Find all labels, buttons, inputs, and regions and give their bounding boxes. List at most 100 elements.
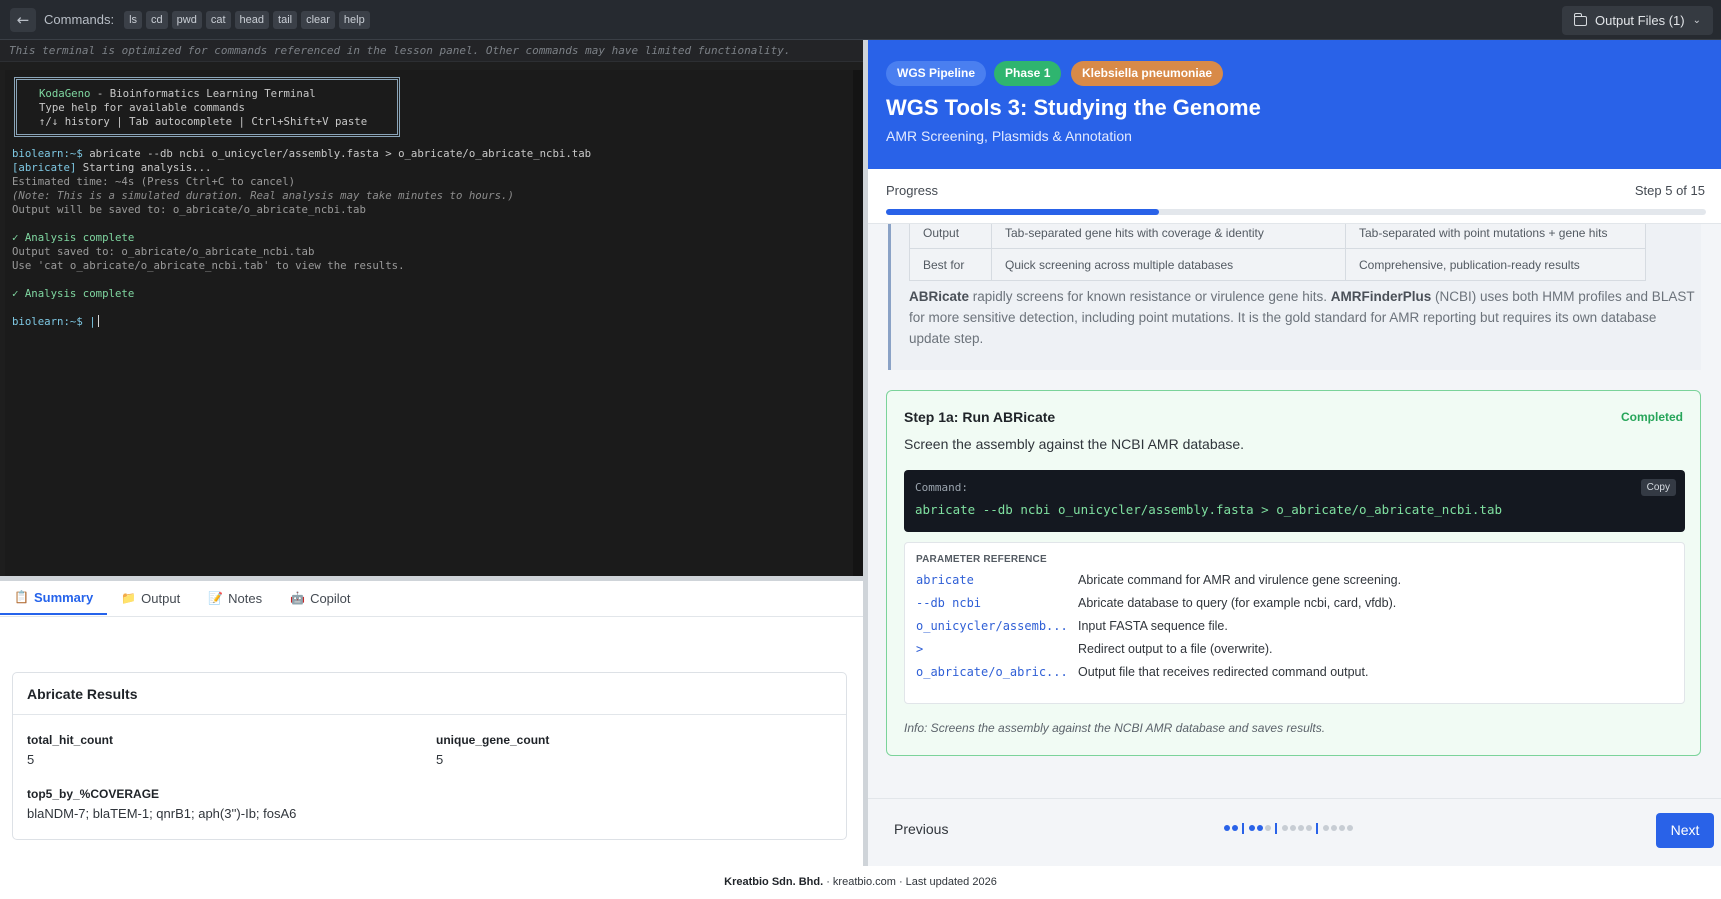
step-description: Screen the assembly against the NCBI AMR… (904, 436, 1245, 452)
progress-bar (886, 209, 1706, 215)
lesson-title: WGS Tools 3: Studying the Genome (886, 95, 1261, 120)
command-caption: Command: (915, 481, 968, 494)
table-cell: Comprehensive, publication-ready results (1345, 248, 1646, 281)
terminal-cursor (97, 315, 99, 327)
terminal-output-saved: Output saved to: o_abricate/o_abricate_n… (12, 245, 315, 258)
parameter-name: --db ncbi (916, 596, 982, 610)
progress-step: Step 5 of 15 (1634, 183, 1705, 198)
terminal-note: (Note: This is a simulated duration. Rea… (12, 189, 514, 202)
terminal-output[interactable]: KodaGeno - Bioinformatics Learning Termi… (5, 70, 853, 598)
phase-separator (1242, 823, 1244, 834)
output-files-label: Output Files (1) (1595, 13, 1685, 28)
table-cell: Quick screening across multiple database… (991, 248, 1346, 281)
footer: Kreatbio Sdn. Bhd. · kreatbio.com · Last… (0, 866, 1721, 899)
terminal-starting-line: [abricate] Starting analysis... (12, 161, 211, 174)
step-dot[interactable] (1257, 825, 1263, 831)
terminal-starting: Starting analysis... (76, 161, 212, 174)
metric-value: blaNDM-7; blaTEM-1; qnrB1; aph(3'')-Ib; … (27, 806, 297, 821)
terminal-prompt: biolearn:~$ (12, 147, 83, 160)
progress-section: Progress Step 5 of 15 (868, 169, 1721, 224)
parameter-description: Redirect output to a file (overwrite). (1078, 642, 1273, 656)
step-dot[interactable] (1298, 825, 1304, 831)
metric-unique-gene-count: unique_gene_count 5 (436, 733, 549, 767)
lesson-subtitle: AMR Screening, Plasmids & Annotation (886, 128, 1132, 144)
command-chip-tail[interactable]: tail (273, 10, 298, 29)
top-toolbar: ← Commands: ls cd pwd cat head tail clea… (0, 0, 1721, 40)
step-dot[interactable] (1249, 825, 1255, 831)
tab-copilot[interactable]: 🤖 Copilot (276, 581, 364, 615)
copy-button[interactable]: Copy (1640, 479, 1676, 496)
terminal-command: abricate --db ncbi o_unicycler/assembly.… (82, 147, 592, 160)
command-chip-help[interactable]: help (338, 10, 370, 29)
badge-phase: Phase 1 (994, 61, 1062, 86)
badge-organism: Klebsiella pneumoniae (1071, 61, 1224, 86)
command-box: Command: abricate --db ncbi o_unicycler/… (904, 470, 1685, 532)
terminal-saved-to: Output will be saved to: o_abricate/o_ab… (12, 203, 366, 216)
command-text: abricate --db ncbi o_unicycler/assembly.… (915, 502, 1502, 517)
next-button[interactable]: Next (1656, 813, 1714, 848)
step-dot[interactable] (1232, 825, 1238, 831)
command-chip-pwd[interactable]: pwd (171, 10, 202, 29)
back-arrow-icon[interactable]: ← (10, 7, 36, 32)
amrfinderplus-bold: AMRFinderPlus (1330, 289, 1432, 304)
clipboard-icon: 📋 (14, 590, 29, 604)
tab-output[interactable]: 📁 Output (107, 581, 194, 615)
terminal-use-cat: Use 'cat o_abricate/o_abricate_ncbi.tab'… (12, 259, 405, 272)
metric-top5-coverage: top5_by_%COVERAGE blaNDM-7; blaTEM-1; qn… (27, 787, 296, 821)
folder-icon (1573, 12, 1588, 26)
chevron-down-icon: ⌄ (1692, 15, 1701, 26)
step-dots (868, 799, 1721, 866)
step-dot[interactable] (1224, 825, 1230, 831)
command-chip-cd[interactable]: cd (146, 10, 168, 29)
step-dot[interactable] (1323, 825, 1329, 831)
robot-icon: 🤖 (290, 591, 306, 605)
terminal-scrollbar[interactable] (853, 70, 863, 598)
parameter-name: abricate (916, 573, 974, 587)
badge-pipeline: WGS Pipeline (886, 61, 987, 86)
table-cell: Output (909, 224, 992, 249)
step-dot[interactable] (1265, 825, 1271, 831)
metric-value: 5 (27, 752, 35, 767)
command-chip-cat[interactable]: cat (205, 10, 231, 29)
bottom-tabs: 📋 Summary 📁 Output 📝 Notes 🤖 Copilot (0, 581, 863, 617)
step-navigation: Previous Next (868, 798, 1721, 866)
step-dot[interactable] (1339, 825, 1345, 831)
step-dot[interactable] (1347, 825, 1353, 831)
command-chip-clear[interactable]: clear (301, 10, 335, 29)
metric-value: 5 (436, 752, 444, 767)
output-files-dropdown[interactable]: Output Files (1) ⌄ (1562, 6, 1713, 35)
metric-label: top5_by_%COVERAGE (27, 787, 160, 801)
step-dot[interactable] (1306, 825, 1312, 831)
metric-label: unique_gene_count (436, 733, 550, 747)
parameter-reference: PARAMETER REFERENCE abricate Abricate co… (904, 542, 1685, 704)
parameter-name: o_unicycler/assemb... (916, 619, 1068, 633)
paragraph-text: rapidly screens for known resistance or … (969, 289, 1331, 304)
step-dot[interactable] (1290, 825, 1296, 831)
progress-fill (886, 209, 1160, 215)
terminal-input-line[interactable]: biolearn:~$ | (12, 315, 99, 328)
table-row: Best for Quick screening across multiple… (909, 248, 1646, 281)
step-status-badge: Completed (1620, 410, 1683, 424)
terminal-banner: KodaGeno - Bioinformatics Learning Termi… (14, 77, 400, 137)
results-card: Abricate Results total_hit_count 5 uniqu… (12, 672, 847, 840)
table-cell: Tab-separated gene hits with coverage & … (991, 224, 1346, 249)
tab-summary[interactable]: 📋 Summary (0, 581, 108, 615)
footer-company: Kreatbio Sdn. Bhd. (724, 876, 824, 888)
command-chip-head[interactable]: head (234, 10, 270, 29)
tab-copilot-label: Copilot (310, 590, 351, 606)
step-dot[interactable] (1331, 825, 1337, 831)
comparison-box: Output Tab-separated gene hits with cove… (888, 224, 1701, 370)
table-row: Output Tab-separated gene hits with cove… (909, 224, 1646, 249)
command-chip-ls[interactable]: ls (124, 10, 143, 29)
tab-notes[interactable]: 📝 Notes (194, 581, 276, 615)
tab-output-label: Output (141, 590, 181, 606)
parameter-description: Input FASTA sequence file. (1078, 619, 1228, 633)
terminal-command-line: biolearn:~$ abricate --db ncbi o_unicycl… (12, 147, 591, 160)
commands-label: Commands: (44, 12, 115, 27)
progress-label: Progress (886, 183, 939, 198)
step-info: Info: Screens the assembly against the N… (904, 721, 1326, 735)
table-cell: Best for (909, 248, 992, 281)
parameter-description: Abricate command for AMR and virulence g… (1078, 573, 1402, 587)
results-title: Abricate Results (13, 673, 846, 715)
step-dot[interactable] (1282, 825, 1288, 831)
